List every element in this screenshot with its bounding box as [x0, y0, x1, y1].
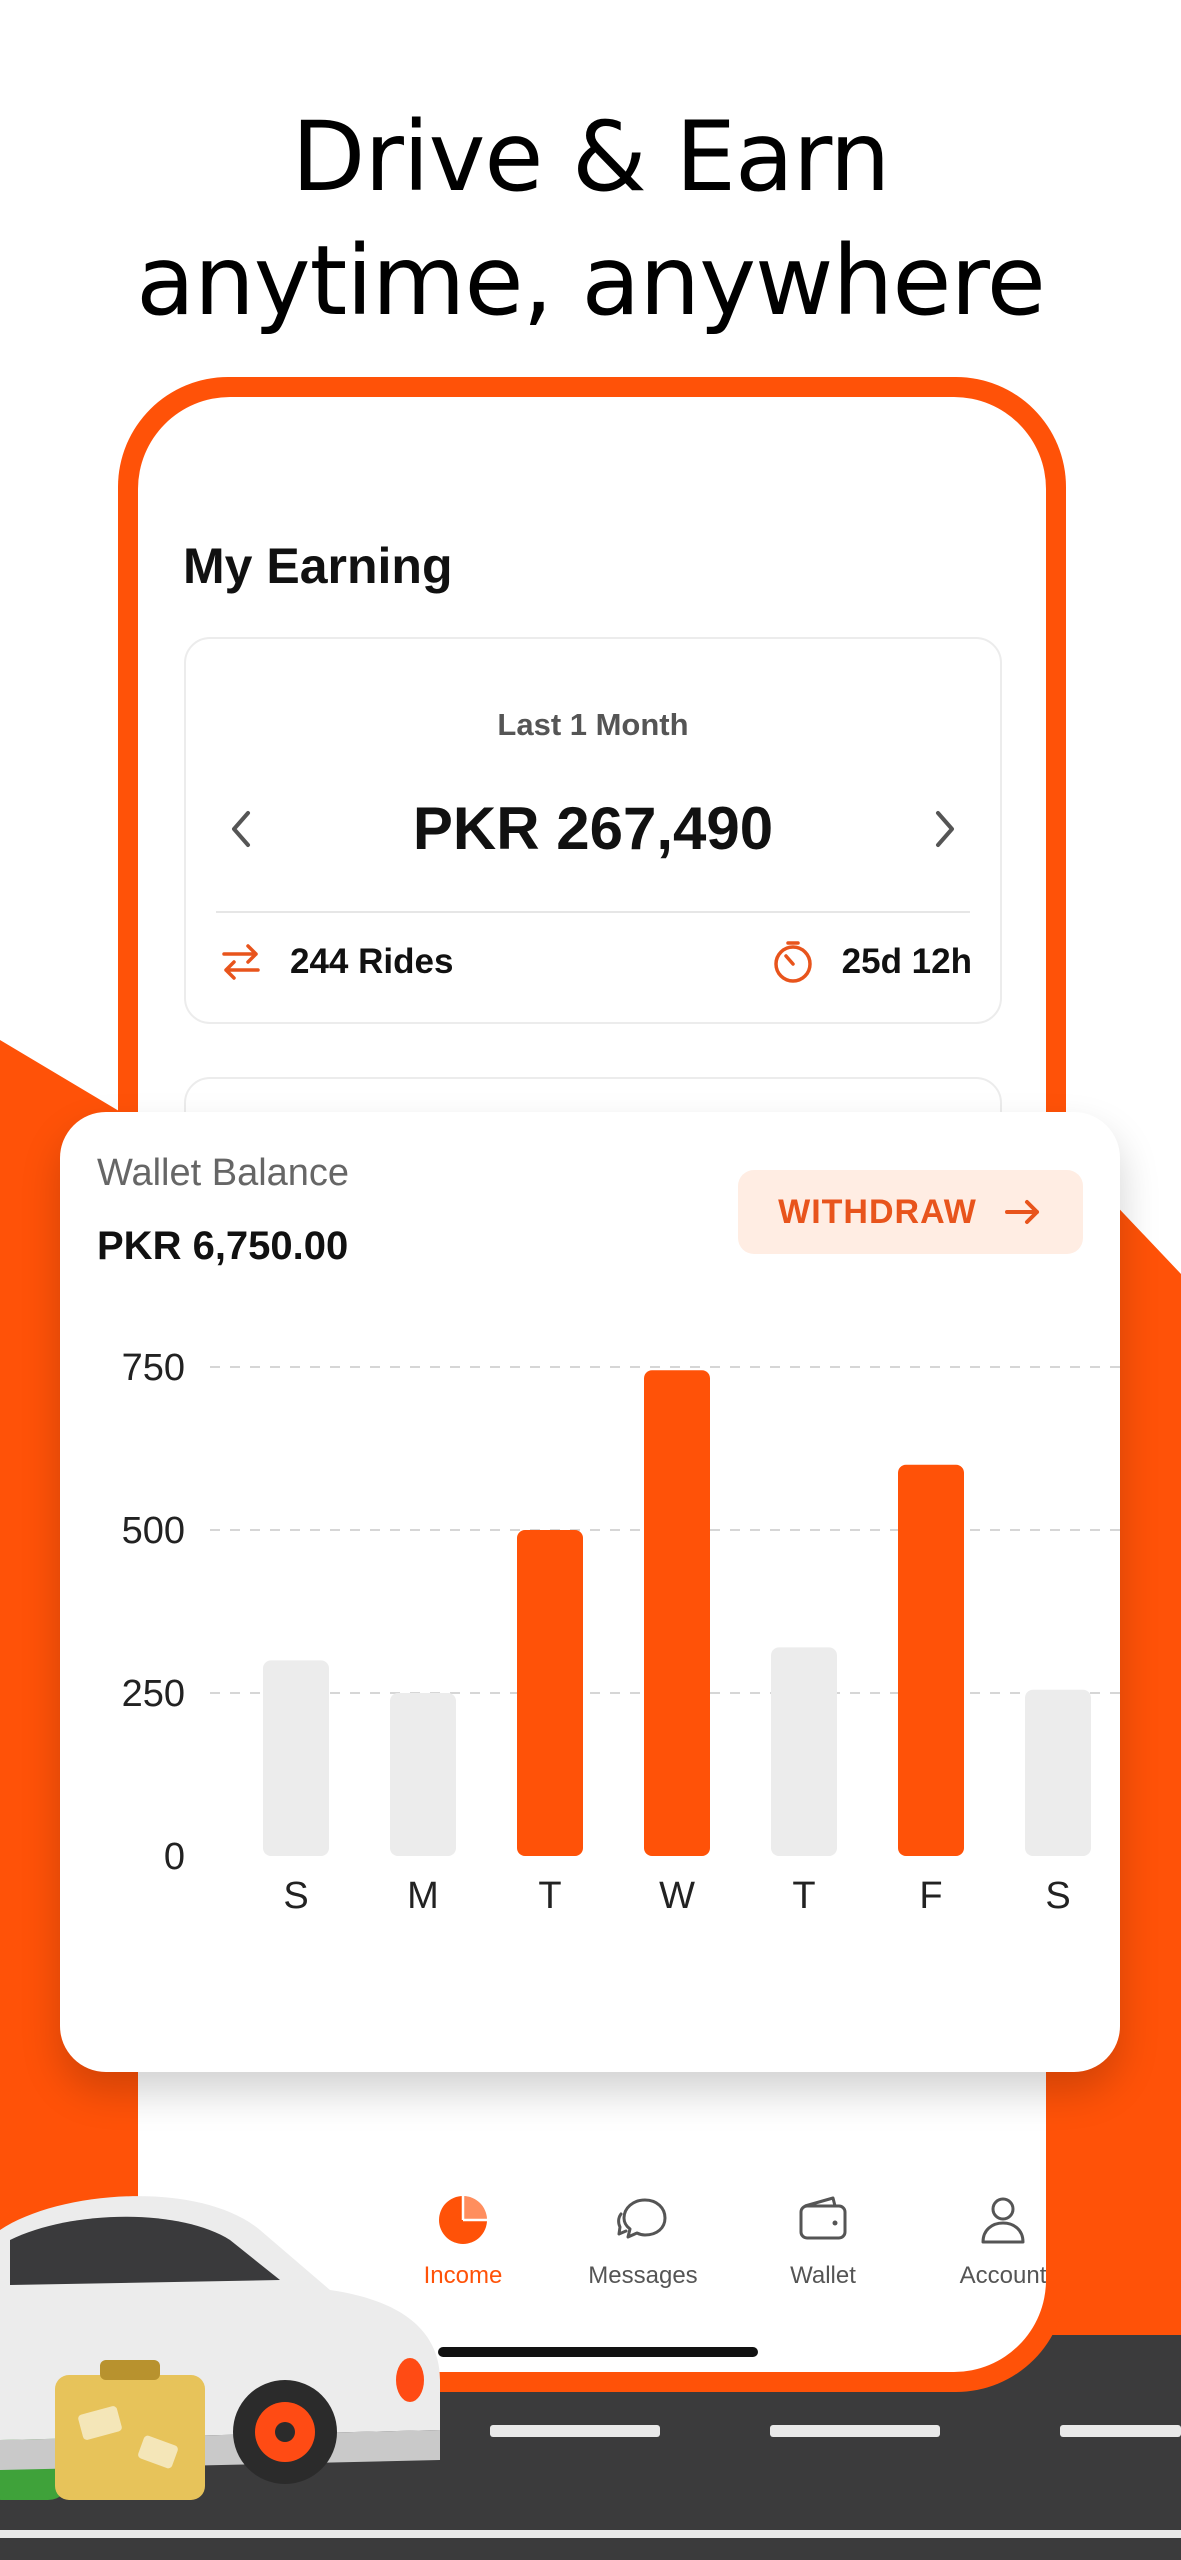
- chat-icon: [617, 2198, 667, 2239]
- y-tick-label: 500: [122, 1510, 185, 1552]
- page-title: My Earning: [183, 538, 453, 594]
- car-illustration: [0, 2196, 440, 2500]
- chart-bar-0[interactable]: [263, 1660, 329, 1856]
- swap-arrows-icon: [222, 944, 260, 980]
- x-tick-label: F: [919, 1875, 942, 1917]
- x-tick-label: T: [792, 1875, 815, 1917]
- rides-count: 244 Rides: [290, 942, 454, 981]
- wallet-balance-card: Wallet Balance PKR 6,750.00 WITHDRAW 0 25…: [60, 1112, 1120, 2072]
- x-tick-label: M: [407, 1875, 439, 1917]
- x-tick-label: S: [283, 1875, 308, 1917]
- road-marking: [490, 2425, 660, 2437]
- hero-headline: Drive & Earn anytime, anywhere: [0, 95, 1181, 343]
- rides-stat: 244 Rides: [218, 939, 453, 985]
- road-edge: [0, 2530, 1181, 2538]
- earning-summary-card: Last 1 Month PKR 267,490 244 Rides 25d 1…: [184, 637, 1002, 1024]
- chart-bar-4[interactable]: [771, 1647, 837, 1856]
- home-indicator[interactable]: [438, 2347, 758, 2357]
- hero-line-2: anytime, anywhere: [136, 225, 1046, 337]
- nav-label-messages: Messages: [588, 2262, 698, 2289]
- x-tick-label: T: [538, 1875, 561, 1917]
- timer-icon: [773, 941, 812, 983]
- y-tick-label: 750: [122, 1347, 185, 1389]
- chart-bar-1[interactable]: [390, 1693, 456, 1856]
- weekly-earnings-chart: 0 250 500 750 S M T W T F S: [122, 1347, 1120, 1917]
- chart-bar-3[interactable]: [644, 1370, 710, 1856]
- period-label: Last 1 Month: [497, 707, 689, 742]
- card-divider: [216, 911, 970, 913]
- earning-amount: PKR 267,490: [412, 795, 774, 862]
- x-tick-label: S: [1045, 1875, 1070, 1917]
- wallet-icon: [799, 2196, 847, 2240]
- y-tick-label: 250: [122, 1673, 185, 1715]
- x-tick-label: W: [659, 1875, 695, 1917]
- duration-value: 25d 12h: [841, 942, 972, 981]
- nav-item-wallet[interactable]: Wallet: [738, 2192, 908, 2290]
- nav-label-wallet: Wallet: [790, 2262, 856, 2289]
- chart-bar-6[interactable]: [1025, 1689, 1091, 1856]
- yellow-suitcase: [55, 2375, 205, 2500]
- nav-item-account[interactable]: Account: [918, 2192, 1046, 2290]
- chart-bar-5[interactable]: [898, 1464, 964, 1856]
- user-icon: [981, 2197, 1025, 2244]
- hero-line-1: Drive & Earn: [291, 101, 891, 213]
- nav-item-messages[interactable]: Messages: [558, 2192, 728, 2290]
- nav-label-account: Account: [959, 2262, 1046, 2289]
- road-marking: [770, 2425, 940, 2437]
- chevron-right-icon[interactable]: [920, 799, 970, 859]
- duration-stat: 25d 12h: [770, 939, 972, 985]
- y-tick-label: 0: [164, 1836, 185, 1878]
- chart-bar-2[interactable]: [517, 1530, 583, 1856]
- road-marking: [1060, 2425, 1181, 2437]
